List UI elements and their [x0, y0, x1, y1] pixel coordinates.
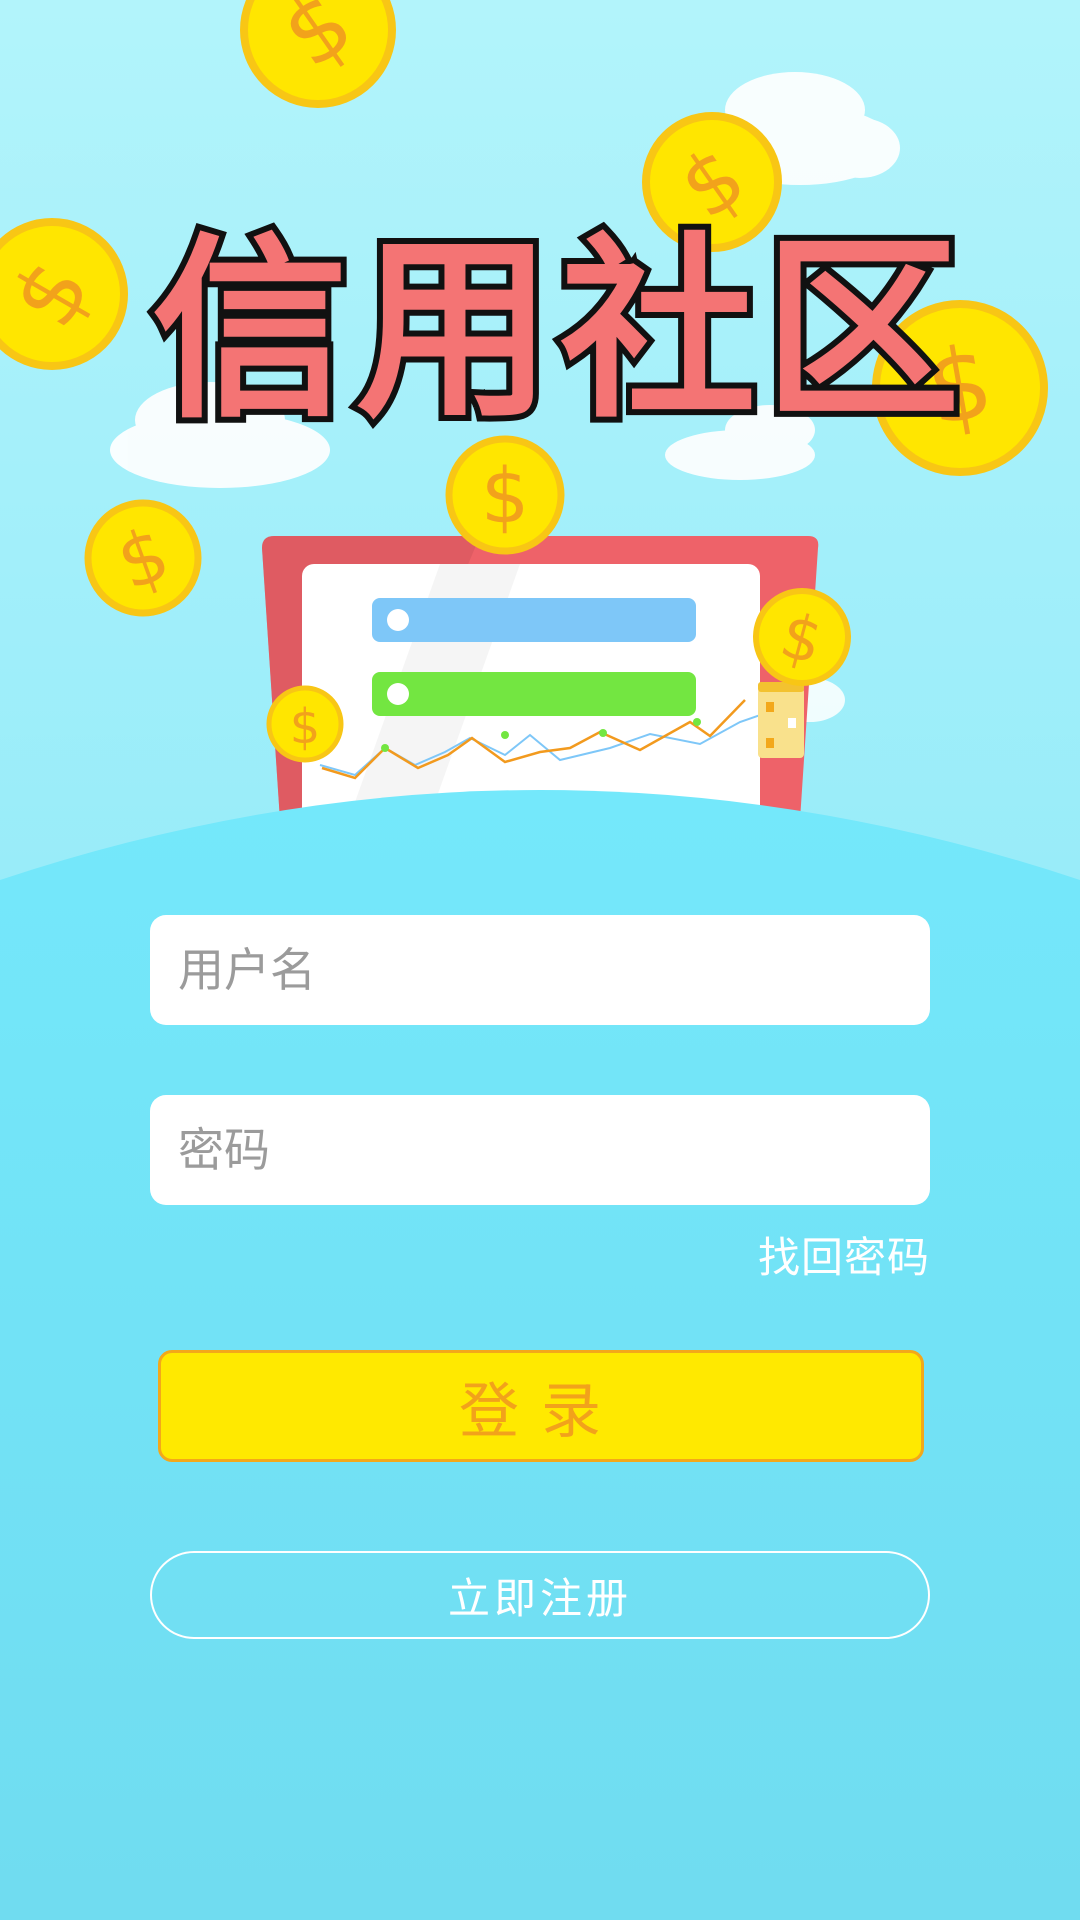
username-input[interactable] [150, 915, 930, 1025]
forgot-password-link[interactable]: 找回密码 [758, 1224, 930, 1285]
password-field[interactable] [150, 1095, 930, 1205]
password-input[interactable] [150, 1095, 930, 1205]
register-button[interactable]: 立即注册 [150, 1551, 930, 1639]
username-field[interactable] [150, 915, 930, 1025]
login-button[interactable]: 登录 [158, 1350, 924, 1462]
